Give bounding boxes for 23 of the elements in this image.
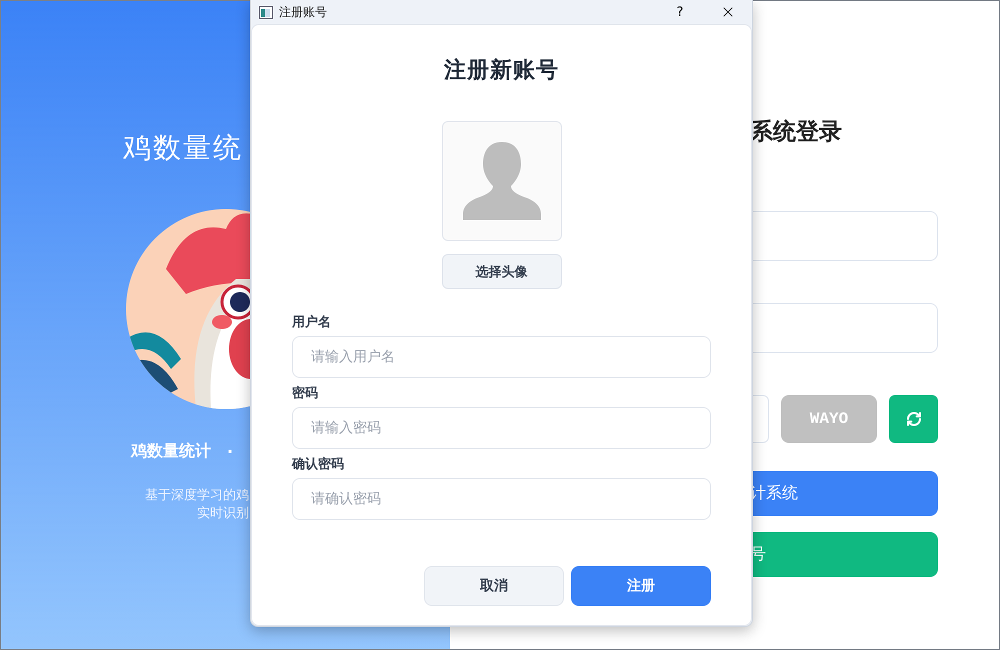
refresh-button[interactable] [889, 395, 938, 443]
dialog-heading: 注册新账号 [444, 56, 559, 85]
field-label: 用户名 [292, 314, 332, 331]
field-label: 确认密码 [292, 456, 345, 473]
window-icon [259, 6, 273, 18]
choose-avatar-button[interactable]: 选择头像 [442, 254, 562, 289]
help-button[interactable]: ? [670, 4, 690, 20]
description-text: 基于深度学习的鸡 [145, 487, 249, 504]
register-button[interactable]: 号 [750, 532, 938, 577]
window-title: 注册账号 [279, 4, 327, 20]
brand-title: 鸡数量统 [123, 130, 244, 166]
register-button[interactable]: 注册 [571, 566, 711, 606]
refresh-icon [906, 411, 922, 427]
login-title: 系统登录 [750, 117, 843, 147]
input-field[interactable]: 请输入密码 [292, 407, 711, 449]
separator-dot: · [227, 442, 234, 461]
description-text: 实时识别 [197, 505, 249, 522]
input-field[interactable]: 请确认密码 [292, 478, 711, 520]
brand-tagline: 鸡数量统计 [131, 441, 211, 462]
person-icon [462, 142, 540, 220]
field-label: 密码 [292, 384, 319, 402]
input-field[interactable]: 请输入用户名 [292, 336, 711, 378]
cancel-button[interactable]: 取消 [424, 566, 564, 606]
